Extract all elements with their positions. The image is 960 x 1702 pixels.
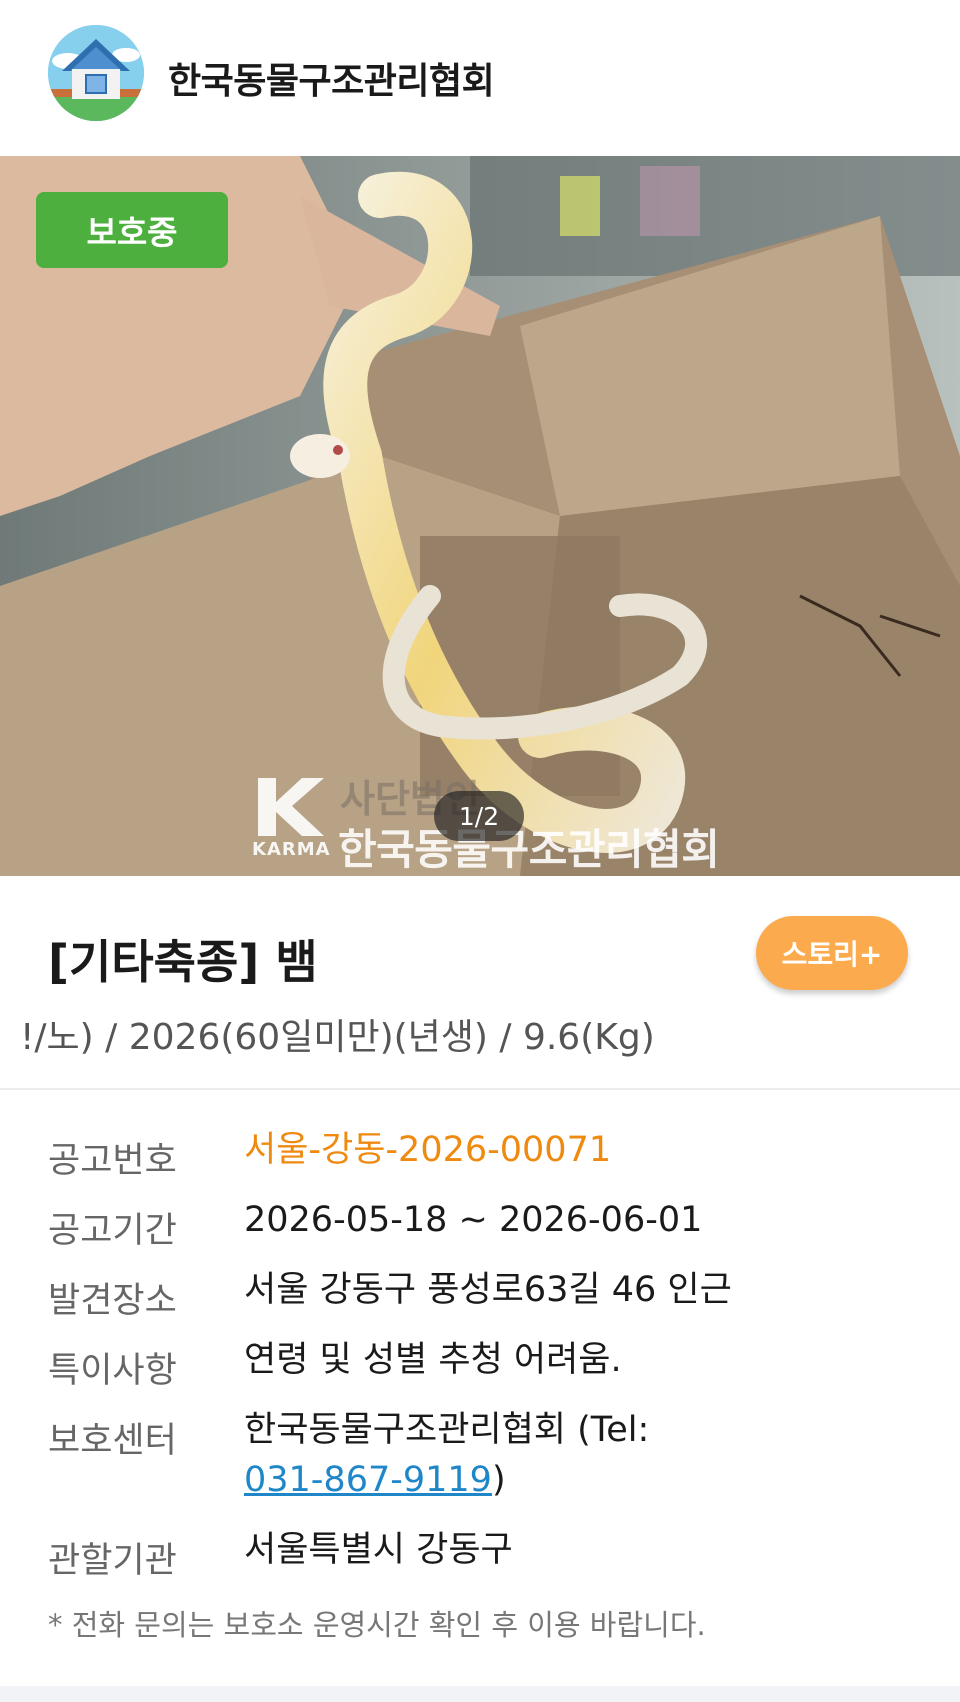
shelter-suffix: ) xyxy=(491,1460,506,1500)
shelter-info: 한국동물구조관리협회 (Tel: 031-867-9119) xyxy=(244,1405,924,1505)
remarks: 연령 및 성별 추청 어려움. xyxy=(244,1340,622,1380)
status-badge: 보호중 xyxy=(36,192,228,268)
info-label: 공고번호 xyxy=(48,1141,177,1181)
info-label: 공고기간 xyxy=(48,1211,177,1251)
org-name: 한국동물구조관리협회 xyxy=(168,61,495,102)
info-label: 발견장소 xyxy=(48,1281,177,1321)
notice-period: 2026-05-18 ~ 2026-06-01 xyxy=(244,1200,703,1240)
shelter-name: 한국동물구조관리협회 (Tel: xyxy=(244,1410,650,1450)
info-label: 보호센터 xyxy=(48,1421,177,1461)
notice-number: 서울-강동-2026-00071 xyxy=(244,1130,612,1170)
watermark-title: 한국동물구조관리협회 xyxy=(338,825,720,874)
info-label: 관할기관 xyxy=(48,1541,177,1581)
story-button[interactable]: 스토리+ xyxy=(756,916,908,990)
image-pager: 1/2 xyxy=(434,791,524,841)
found-place: 서울 강동구 풍성로63길 46 인근 xyxy=(244,1270,732,1310)
shelter-phone-link[interactable]: 031-867-9119 xyxy=(244,1460,492,1500)
info-section: 공고번호 서울-강동-2026-00071 공고기간 2026-05-18 ~ … xyxy=(0,1092,960,1686)
house-logo-icon[interactable] xyxy=(48,25,144,121)
animal-title-section: [기타축종] 뱀 스토리+ !/노) / 2026(60일미만)(년생) / 9… xyxy=(0,876,960,1090)
app-header: 한국동물구조관리협회 xyxy=(0,0,960,156)
animal-title: [기타축종] 뱀 xyxy=(48,935,318,989)
animal-subtitle: !/노) / 2026(60일미만)(년생) / 9.6(Kg) xyxy=(20,1017,655,1058)
watermark-logo-text: KARMA xyxy=(252,839,331,860)
bottom-divider xyxy=(0,1686,960,1702)
authority: 서울특별시 강동구 xyxy=(244,1530,513,1570)
karma-logo-icon xyxy=(258,778,324,836)
animal-photo[interactable]: 보호중 KARMA 사단법인 한국동물구조관리협회 1/2 xyxy=(0,156,960,876)
phone-notice: * 전화 문의는 보호소 운영시간 확인 후 이용 바랍니다. xyxy=(48,1608,706,1642)
info-label: 특이사항 xyxy=(48,1351,177,1391)
